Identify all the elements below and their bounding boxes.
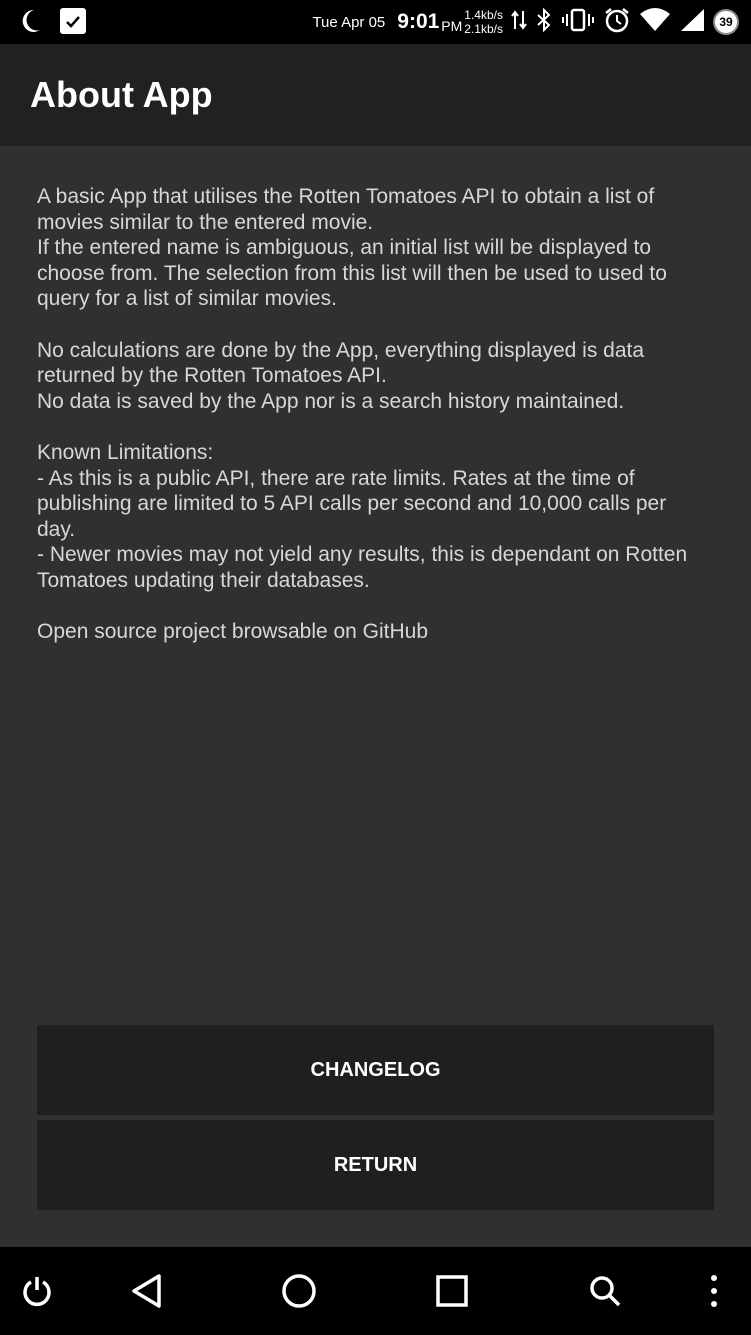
recents-icon[interactable]: [430, 1269, 474, 1313]
power-icon[interactable]: [15, 1269, 59, 1313]
upload-speed: 1.4kb/s: [464, 8, 503, 22]
bluetooth-icon: [535, 7, 553, 37]
text-line: No data is saved by the App nor is a sea…: [37, 389, 625, 413]
data-transfer-icon: [511, 9, 527, 36]
more-vert-icon[interactable]: [692, 1269, 736, 1313]
text-line: If the entered name is ambiguous, an ini…: [37, 236, 652, 260]
screen: Tue Apr 05 9:01 PM 1.4kb/s 2.1kb/s 39 Ab…: [0, 0, 751, 1335]
text-line: - Newer movies may not yield any results…: [37, 543, 688, 567]
alarm-icon: [603, 6, 631, 39]
text-line: returned by the Rotten Tomatoes API.: [37, 364, 387, 388]
moon-icon: [20, 8, 42, 39]
status-ampm: PM: [441, 18, 463, 34]
text-line: publishing are limited to 5 API calls pe…: [37, 492, 667, 516]
about-content: A basic App that utilises the Rotten Tom…: [37, 184, 727, 670]
cell-signal-icon: [679, 8, 705, 37]
status-bar: Tue Apr 05 9:01 PM 1.4kb/s 2.1kb/s 39: [0, 0, 751, 44]
status-right-icons: Tue Apr 05 9:01 PM 1.4kb/s 2.1kb/s 39: [312, 4, 739, 40]
app-bar: About App: [0, 44, 751, 146]
about-paragraph-limitations: Known Limitations: - As this is a public…: [37, 440, 727, 594]
return-button[interactable]: RETURN: [37, 1120, 714, 1210]
text-line: Tomatoes updating their databases.: [37, 568, 370, 592]
status-left-icons: [20, 6, 88, 41]
text-line: Known Limitations:: [37, 440, 214, 464]
about-paragraph-description: A basic App that utilises the Rotten Tom…: [37, 184, 727, 312]
github-text: Open source project browsable on GitHub: [37, 620, 429, 644]
text-line: query for a list of similar movies.: [37, 287, 337, 311]
vibrate-icon: [561, 8, 595, 37]
wifi-icon: [639, 7, 671, 37]
text-line: day.: [37, 517, 76, 541]
text-line: No calculations are done by the App, eve…: [37, 338, 645, 362]
navigation-bar: [0, 1247, 751, 1335]
about-paragraph-data: No calculations are done by the App, eve…: [37, 338, 727, 415]
text-line: - As this is a public API, there are rat…: [37, 466, 635, 490]
status-date: Tue Apr 05: [312, 13, 386, 31]
search-icon[interactable]: [583, 1269, 627, 1313]
page-title: About App: [30, 74, 213, 115]
task-check-icon: [58, 6, 88, 41]
status-time: 9:01: [397, 10, 440, 33]
text-line: movies similar to the entered movie.: [37, 210, 374, 234]
back-icon[interactable]: [125, 1269, 169, 1313]
text-line: choose from. The selection from this lis…: [37, 261, 667, 285]
home-icon[interactable]: [277, 1269, 321, 1313]
about-paragraph-github: Open source project browsable on GitHub: [37, 619, 727, 645]
download-speed: 2.1kb/s: [464, 22, 503, 36]
text-line: A basic App that utilises the Rotten Tom…: [37, 185, 655, 208]
changelog-button[interactable]: CHANGELOG: [37, 1025, 714, 1115]
network-speed: 1.4kb/s 2.1kb/s: [464, 8, 503, 36]
battery-level-badge: 39: [713, 9, 739, 35]
